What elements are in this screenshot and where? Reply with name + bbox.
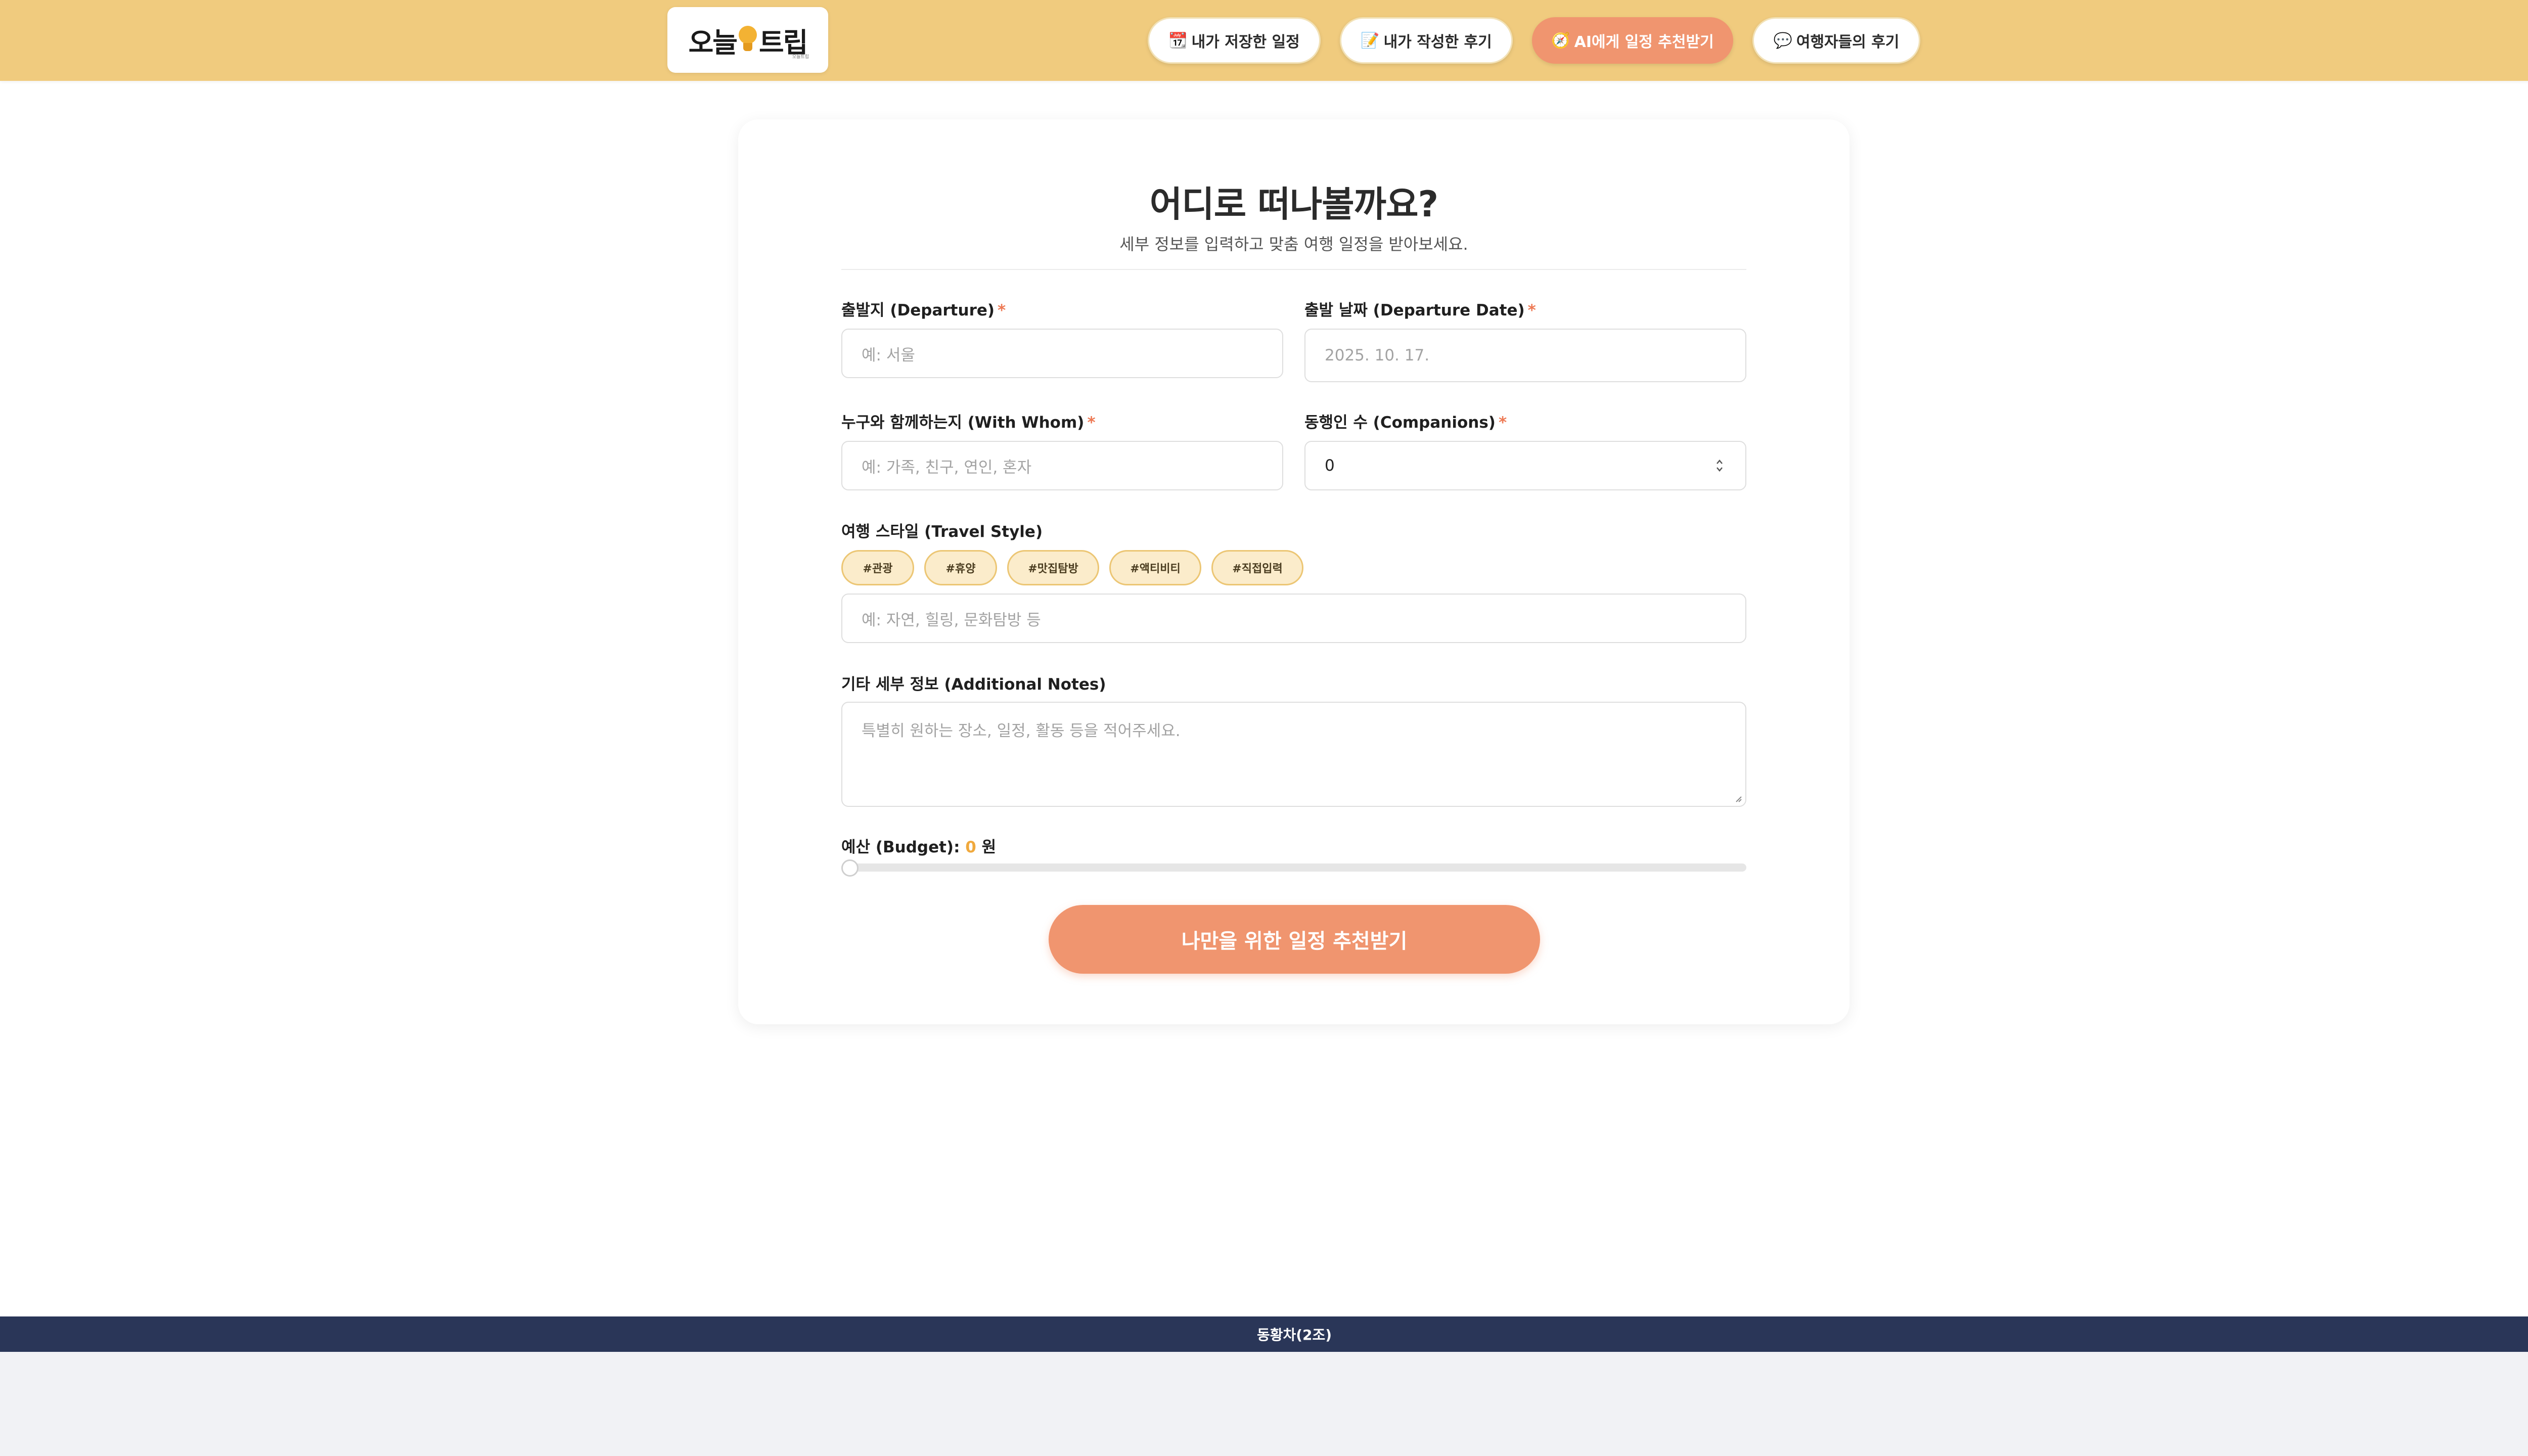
date-placeholder: 2025. 10. 17. [1325,346,1430,365]
budget-unit: 원 [981,838,997,856]
nav-label: 내가 저장한 일정 [1191,33,1300,51]
travel-style-placeholder: 예: 자연, 힐링, 문화탐방 등 [862,611,1041,629]
resize-handle-icon[interactable] [1733,794,1742,803]
nav-label: 내가 작성한 후기 [1383,33,1492,51]
departure-date-input[interactable]: 2025. 10. 17. [1304,329,1746,382]
companions-label: 동행인 수 (Companions) * [1304,414,1507,432]
style-tag-relax[interactable]: #휴양 [924,550,997,585]
logo-subtext: 오늘트립 [792,55,809,60]
memo-icon: 📝 [1361,31,1380,50]
with-whom-label: 누구와 함께하는지 (With Whom) * [841,414,1096,432]
footer-text: 동황차(2조) [1256,1327,1332,1343]
notes-placeholder: 특별히 원하는 장소, 일정, 활동 등을 적어주세요. [862,722,1181,740]
style-tag-custom[interactable]: #직접입력 [1211,550,1303,585]
style-tag-food[interactable]: #맛집탐방 [1007,550,1099,585]
departure-placeholder: 예: 서울 [862,346,915,365]
divider [841,269,1746,270]
site-logo[interactable]: 오늘 트립 오늘트립 [667,7,828,73]
notes-textarea[interactable]: 특별히 원하는 장소, 일정, 활동 등을 적어주세요. [841,702,1746,807]
budget-value: 0 [965,838,976,856]
stepper-arrows-icon[interactable] [1715,457,1724,474]
notes-label: 기타 세부 정보 (Additional Notes) [841,675,1106,694]
nav-label: AI에게 일정 추천받기 [1574,33,1714,51]
nav-label: 여행자들의 후기 [1796,33,1900,51]
style-tag-sightseeing[interactable]: #관광 [841,550,914,585]
with-whom-input[interactable]: 예: 가족, 친구, 연인, 혼자 [841,441,1283,490]
with-whom-placeholder: 예: 가족, 친구, 연인, 혼자 [862,458,1032,477]
nav-ai-recommend-button[interactable]: 🧭 AI에게 일정 추천받기 [1532,17,1733,64]
departure-input[interactable]: 예: 서울 [841,329,1283,378]
companions-stepper[interactable]: 0 [1304,441,1746,490]
style-tag-activity[interactable]: #액티비티 [1109,550,1201,585]
page-bottom-area [0,1352,2528,1456]
lightbulb-icon [738,26,758,54]
departure-label: 출발지 (Departure) * [841,301,1006,320]
budget-slider-thumb[interactable] [841,859,859,877]
travel-style-input[interactable]: 예: 자연, 힐링, 문화탐방 등 [841,594,1746,643]
companions-value: 0 [1325,457,1335,475]
calendar-icon: 📆 [1168,31,1188,50]
nav-traveler-reviews-button[interactable]: 💬 여행자들의 후기 [1752,17,1920,64]
trip-form-card: 어디로 떠나볼까요? 세부 정보를 입력하고 맞춤 여행 일정을 받아보세요. … [738,119,1849,1024]
page-title: 어디로 떠나볼까요? [1149,184,1438,225]
budget-slider-track[interactable] [841,863,1746,872]
nav-my-reviews-button[interactable]: 📝 내가 작성한 후기 [1340,17,1513,64]
departure-date-label: 출발 날짜 (Departure Date) * [1304,301,1536,320]
top-header: 오늘 트립 오늘트립 📆 내가 저장한 일정 📝 내가 작성한 후기 🧭 AI에… [0,0,2528,81]
page-subtitle: 세부 정보를 입력하고 맞춤 여행 일정을 받아보세요. [1119,235,1468,254]
budget-label: 예산 (Budget): 0 원 [841,838,997,856]
logo-wordmark: 오늘 트립 [688,26,808,59]
speech-bubble-icon: 💬 [1773,31,1792,50]
footer: 동황차(2조) [0,1316,2528,1352]
travel-style-label: 여행 스타일 (Travel Style) [841,523,1043,541]
nav-saved-schedules-button[interactable]: 📆 내가 저장한 일정 [1148,17,1321,64]
submit-recommend-button[interactable]: 나만을 위한 일정 추천받기 [1049,905,1540,974]
compass-icon: 🧭 [1551,31,1570,50]
